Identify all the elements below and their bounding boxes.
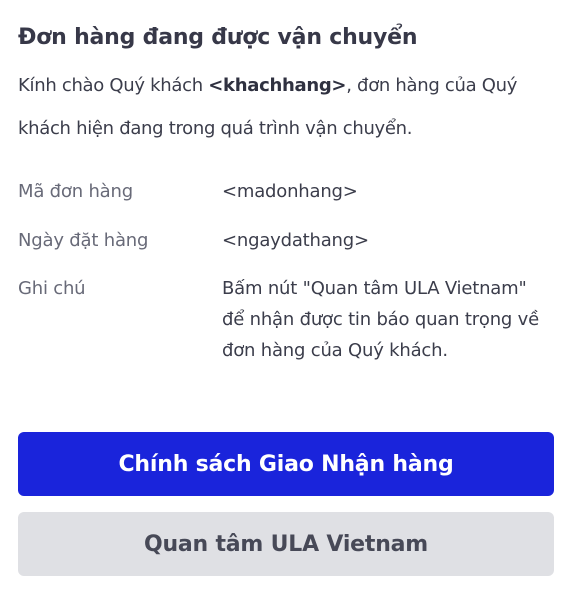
intro-prefix: Kính chào Quý khách bbox=[18, 75, 209, 96]
order-id-value: <madonhang> bbox=[222, 181, 358, 202]
note-value: Bấm nút "Quan tâm ULA Vietnam" để nhận đ… bbox=[222, 278, 539, 361]
intro-text: Kính chào Quý khách <khachhang>, đơn hàn… bbox=[18, 64, 558, 150]
customer-name-placeholder: <khachhang> bbox=[208, 75, 347, 96]
follow-ula-button[interactable]: Quan tâm ULA Vietnam bbox=[18, 512, 554, 576]
note-label: Ghi chú bbox=[18, 278, 86, 299]
order-date-label: Ngày đặt hàng bbox=[18, 230, 149, 251]
card-title: Đơn hàng đang được vận chuyển bbox=[18, 25, 418, 50]
shipping-policy-button[interactable]: Chính sách Giao Nhận hàng bbox=[18, 432, 554, 496]
order-date-value: <ngaydathang> bbox=[222, 230, 369, 251]
order-id-label: Mã đơn hàng bbox=[18, 181, 133, 202]
